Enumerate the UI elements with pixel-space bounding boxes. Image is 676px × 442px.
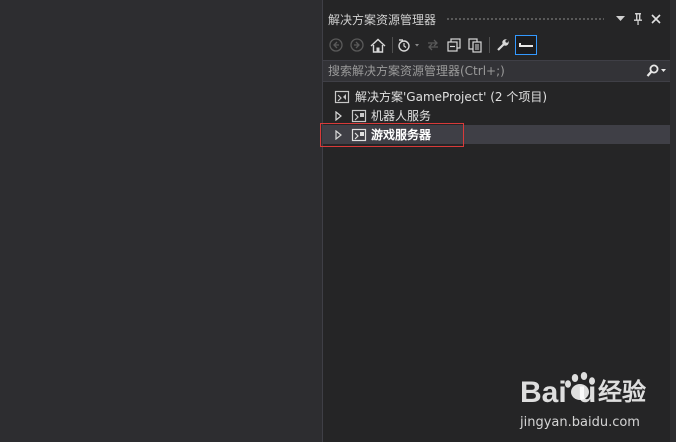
search-icon[interactable] xyxy=(644,61,670,81)
close-icon[interactable] xyxy=(648,11,664,27)
collapse-all-icon[interactable] xyxy=(445,35,463,55)
tree-project-node[interactable]: 机器人服务 xyxy=(323,106,670,125)
toolbar-separator xyxy=(489,37,490,53)
sync-icon[interactable] xyxy=(424,35,442,55)
expand-arrow-icon[interactable] xyxy=(333,129,343,140)
dropdown-icon[interactable] xyxy=(612,11,628,27)
home-icon[interactable] xyxy=(369,35,387,55)
preview-icon[interactable] xyxy=(515,35,537,55)
panel-toolbar xyxy=(327,34,540,56)
window-edge xyxy=(670,0,676,442)
search-input[interactable] xyxy=(323,61,644,81)
toolbar-separator xyxy=(392,37,393,53)
project-label: 游戏服务器 xyxy=(371,128,432,142)
panel-titlebar: 解决方案资源管理器 xyxy=(323,8,670,30)
editor-area xyxy=(0,0,322,442)
tree-solution-node[interactable]: 解决方案'GameProject' (2 个项目) xyxy=(323,87,670,106)
show-all-files-icon[interactable] xyxy=(466,35,484,55)
project-label: 机器人服务 xyxy=(371,109,432,123)
tree-project-node[interactable]: 游戏服务器 xyxy=(323,125,670,144)
expand-arrow-icon[interactable] xyxy=(333,110,343,121)
panel-title: 解决方案资源管理器 xyxy=(328,12,437,27)
forward-arrow-icon[interactable] xyxy=(348,35,366,55)
back-arrow-icon[interactable] xyxy=(327,35,345,55)
history-icon[interactable] xyxy=(397,35,421,55)
search-bar xyxy=(323,60,670,82)
solution-tree: 解决方案'GameProject' (2 个项目) 机器人服务 游戏服务器 xyxy=(323,87,670,144)
solution-explorer-panel: 解决方案资源管理器 搜索解决方案资源管理器(Ctrl+;) 解决方案'GameP… xyxy=(322,0,670,442)
titlebar-grip[interactable] xyxy=(446,16,604,22)
solution-label: 解决方案'GameProject' (2 个项目) xyxy=(355,90,548,104)
project-icon xyxy=(351,127,367,143)
wrench-icon[interactable] xyxy=(494,35,512,55)
project-icon xyxy=(351,108,367,124)
solution-icon xyxy=(334,89,350,105)
pin-icon[interactable] xyxy=(630,11,646,27)
